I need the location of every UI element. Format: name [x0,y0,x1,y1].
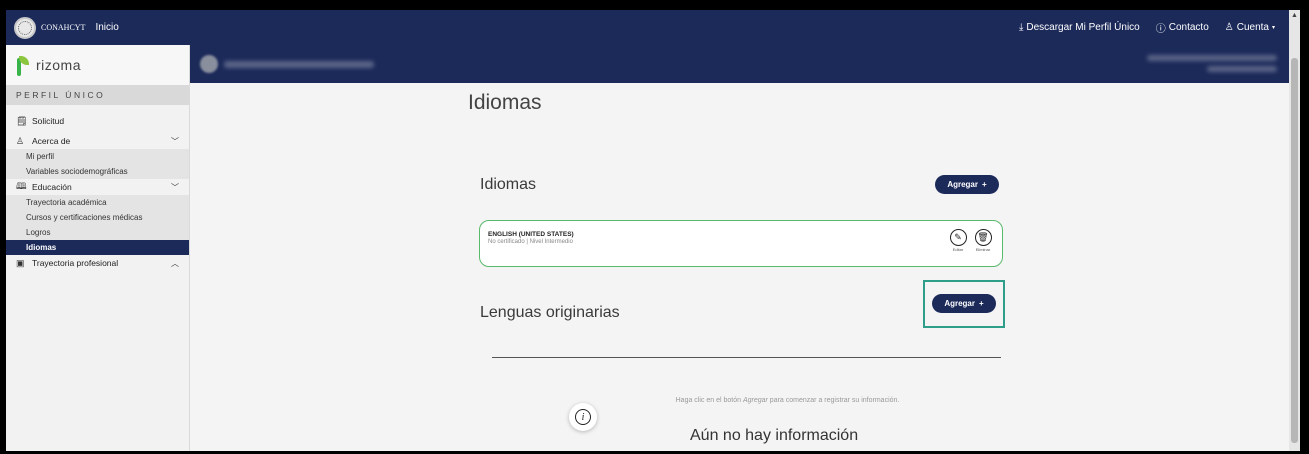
sidebar-subitem-variables[interactable]: Variables sociodemográficas [6,164,189,179]
user-id-redacted [1207,66,1277,72]
sidebar-menu: 🗒 Solicitud ♙ Acerca de ﹀ Mi perfil Vari… [6,105,189,271]
rizoma-logo[interactable]: rizoma [6,45,189,85]
sidebar-item-label: Educación [32,182,72,192]
section-divider [492,357,1001,358]
page-title: Idiomas [468,91,542,114]
agregar-lengua-button[interactable]: Agregar + [932,294,996,313]
help-circle-icon: ⓘ [1155,24,1166,35]
sidebar-subitem-cursos[interactable]: Cursos y certificaciones médicas [6,210,189,225]
sidebar: rizoma PERFIL ÚNICO 🗒 Solicitud ♙ Acerca… [6,45,190,451]
user-icon: ♙ [16,135,25,146]
browser-viewport: CONAHCYT Inicio ⤓ Descargar Mi Perfil Ún… [6,10,1300,451]
caret-down-icon: ▾ [1271,25,1275,31]
language-card: ENGLISH (UNITED STATES) No certificado |… [479,220,1003,267]
agregar-idioma-button[interactable]: Agregar + [935,175,999,194]
brand-name: CONAHCYT [41,22,86,32]
inicio-link[interactable]: Inicio [95,22,118,33]
download-icon: ⤓ [1018,22,1024,33]
chevron-down-icon: ﹀ [171,136,179,146]
contact-link[interactable]: ⓘ Contacto [1156,20,1209,35]
sidebar-subitem-mi-perfil[interactable]: Mi perfil [6,149,189,164]
rizoma-logo-text: rizoma [36,57,82,73]
user-name-redacted [224,61,374,68]
scroll-up-icon: ▲ [1291,12,1298,19]
top-navbar: CONAHCYT Inicio ⤓ Descargar Mi Perfil Ún… [6,10,1289,45]
sidebar-item-label: Solicitud [32,116,65,126]
agregar-label: Agregar [947,180,978,189]
main-content: Idiomas Idiomas Agregar + ENGLISH (UNITE… [190,83,1289,451]
sidebar-item-acerca-de[interactable]: ♙ Acerca de ﹀ [6,133,189,149]
rizoma-logo-icon [16,54,30,76]
idiomas-section-title: Idiomas [480,176,537,193]
user-email-redacted [1147,55,1277,61]
briefcase-icon: ▣ [16,257,25,268]
user-header-strip [190,45,1289,83]
trash-icon: 🗑 [974,229,992,246]
info-button[interactable]: i [569,403,597,431]
account-label: Cuenta [1236,22,1269,33]
lenguas-originarias-title: Lenguas originarias [480,304,620,321]
plus-icon: + [982,180,987,189]
chevron-down-icon: ﹀ [171,182,179,192]
empty-state-title: Aún no hay información [690,427,859,444]
user-icon: ♙ [1224,22,1234,33]
book-icon: 🕮 [16,181,27,191]
sidebar-subitem-trayectoria-academica[interactable]: Trayectoria académica [6,195,189,210]
account-menu[interactable]: ♙ Cuenta ▾ [1225,22,1275,33]
sidebar-item-trayectoria-profesional[interactable]: ▣ Trayectoria profesional ︿ [6,255,189,271]
contact-label: Contacto [1168,22,1209,33]
plus-icon: + [979,299,984,308]
sidebar-item-solicitud[interactable]: 🗒 Solicitud [6,113,189,129]
download-profile-label: Descargar Mi Perfil Único [1026,22,1140,33]
pencil-icon: ✎ [949,229,967,246]
sidebar-item-label: Trayectoria profesional [32,258,119,268]
document-icon: 🗒 [16,115,28,126]
seal-icon [14,16,36,39]
sidebar-subitem-logros[interactable]: Logros [6,225,189,240]
conahcyt-logo[interactable]: CONAHCYT [14,16,86,39]
vertical-scrollbar[interactable]: ▲ [1289,10,1300,451]
chevron-up-icon: ︿ [171,258,179,268]
edit-button[interactable]: ✎ Editar [948,229,968,252]
sidebar-subitem-idiomas[interactable]: Idiomas [6,240,189,255]
info-icon: i [575,409,591,425]
delete-button[interactable]: 🗑 Eliminar [973,229,993,252]
empty-instructions: Haga clic en el botón Agregar para comen… [675,397,900,404]
language-level: No certificado | Nivel Intermedio [488,239,573,245]
sidebar-item-educacion[interactable]: 🕮 Educación ﹀ [6,179,189,195]
language-name: ENGLISH (UNITED STATES) [488,231,574,238]
sidebar-item-label: Acerca de [32,136,71,146]
edit-label: Editar [952,247,964,252]
perfil-unico-header: PERFIL ÚNICO [6,85,189,105]
agregar-label: Agregar [944,299,975,308]
avatar [200,55,218,73]
delete-label: Eliminar [975,247,991,252]
scrollbar-thumb[interactable] [1291,58,1298,443]
download-profile-link[interactable]: ⤓ Descargar Mi Perfil Único [1019,22,1140,33]
